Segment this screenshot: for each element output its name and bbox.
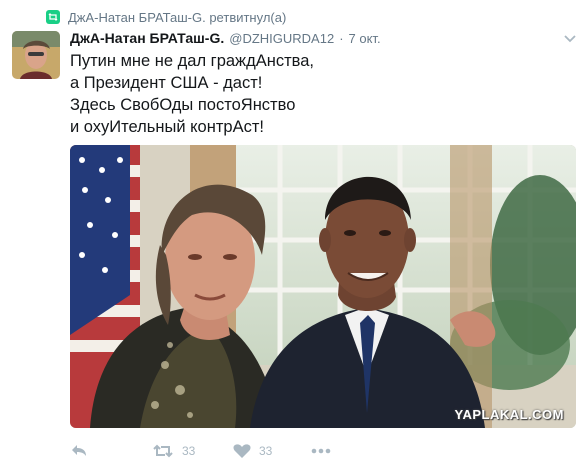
timestamp[interactable]: 7 окт. <box>349 31 381 46</box>
tweet-text-line: Здесь СвобОды постоЯнство <box>70 96 296 114</box>
display-name[interactable]: ДжА-Натан БРАТаш-G. <box>70 30 224 46</box>
reply-icon <box>70 443 88 459</box>
more-button[interactable] <box>311 440 331 462</box>
tweet-header: ДжА-Натан БРАТаш-G. @DZHIGURDA12 · 7 окт… <box>70 30 381 48</box>
watermark: YAPLAKAL.COM <box>454 407 564 422</box>
retweet-context: ДжА-Натан БРАТаш-G. ретвитнул(а) <box>46 8 286 26</box>
retweet-button[interactable]: 33 <box>152 440 195 462</box>
retweet-context-text[interactable]: ДжА-Натан БРАТаш-G. ретвитнул(а) <box>68 10 286 25</box>
tweet-text-line: и охуИтельный контрАст! <box>70 118 264 136</box>
reply-button[interactable] <box>70 440 88 462</box>
user-handle[interactable]: @DZHIGURDA12 <box>229 31 334 46</box>
heart-icon <box>233 443 251 459</box>
avatar[interactable] <box>12 31 60 79</box>
tweet-text-line: Путин мне не дал граждАнства, <box>70 52 314 70</box>
retweet-icon <box>152 443 174 459</box>
like-button[interactable]: 33 <box>233 440 272 462</box>
more-icon <box>311 448 331 454</box>
tweet-text: Путин мне не дал граждАнства, а Президен… <box>70 50 570 138</box>
like-count: 33 <box>259 444 273 458</box>
retweet-icon <box>46 10 60 24</box>
retweet-count: 33 <box>182 444 196 458</box>
tweet-actions: 33 33 <box>70 440 370 462</box>
tweet-photo[interactable]: YAPLAKAL.COM <box>70 145 576 428</box>
chevron-down-icon[interactable] <box>562 30 578 46</box>
tweet-text-line: а Президент США - даст! <box>70 74 263 92</box>
separator: · <box>339 31 344 46</box>
